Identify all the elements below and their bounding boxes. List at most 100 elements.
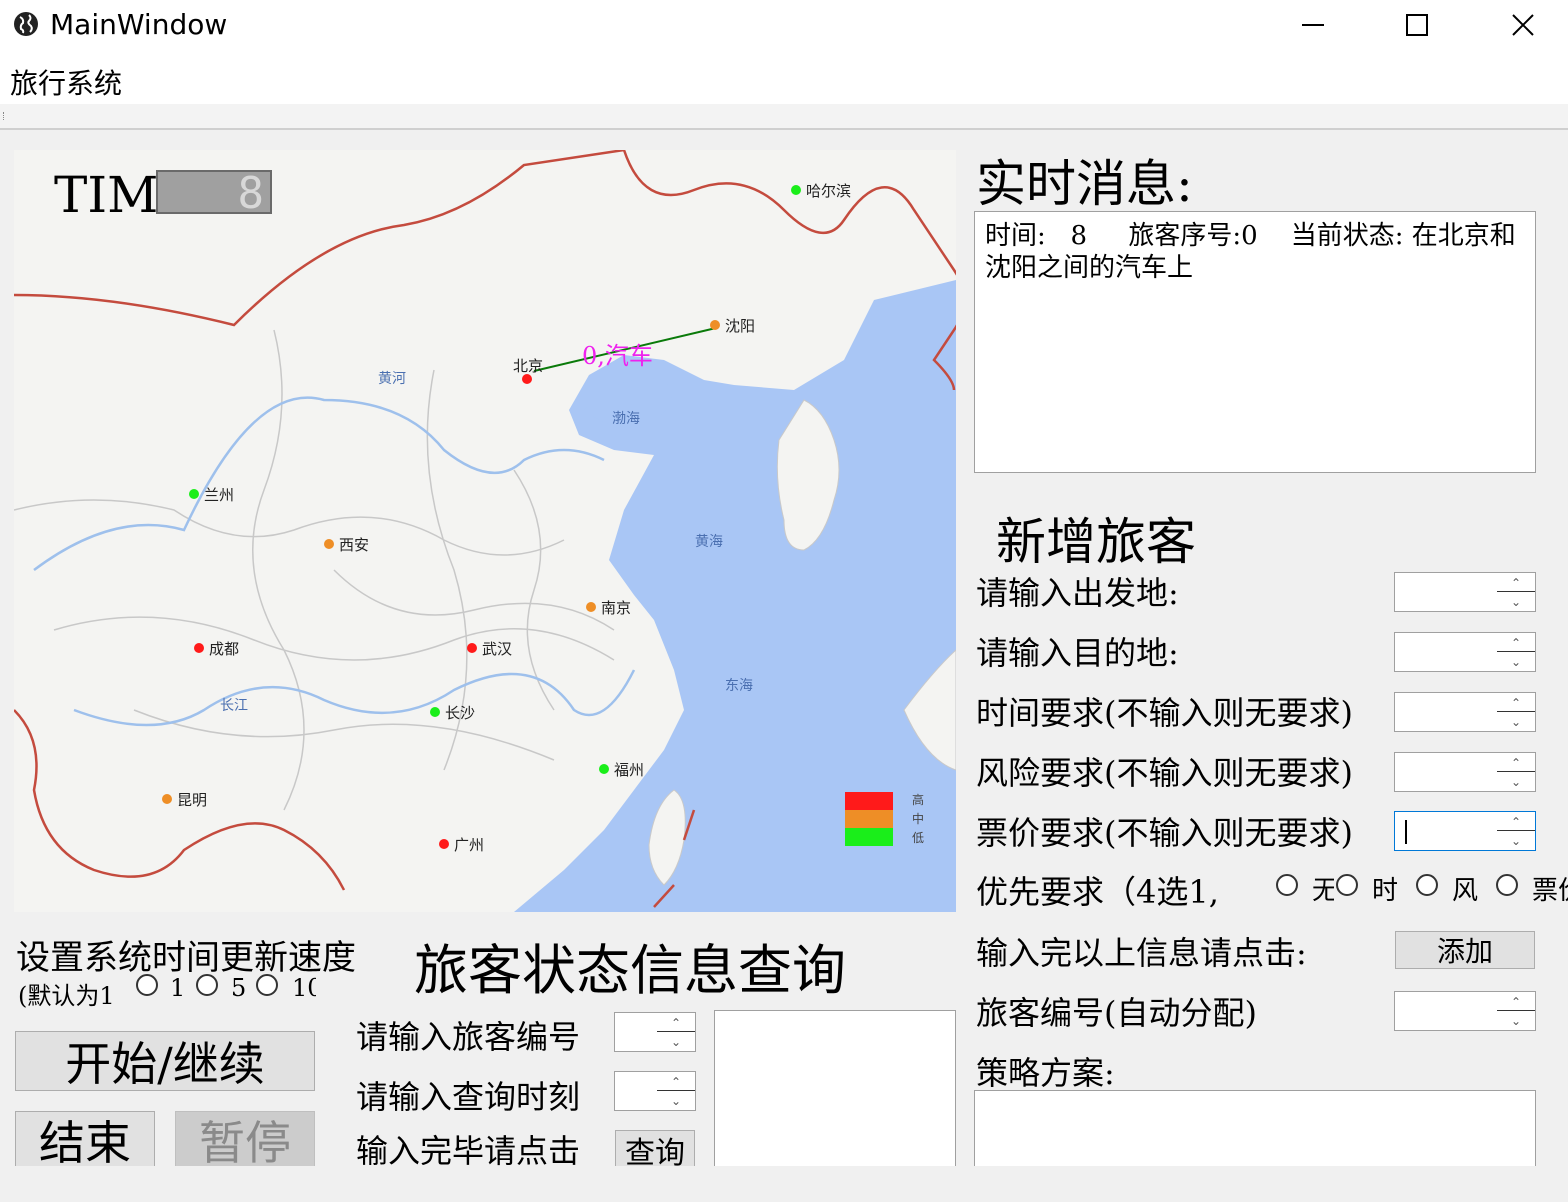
legend-high-label: 高 [912, 793, 925, 807]
chevron-down-icon[interactable]: ⌄ [657, 1031, 695, 1051]
city-label: 西安 [339, 536, 370, 554]
speed-radio-5[interactable] [196, 974, 218, 996]
map-canvas [14, 150, 956, 912]
spinbox-arrows[interactable]: ⌃ ⌄ [1497, 693, 1535, 731]
chevron-up-icon[interactable]: ⌃ [1497, 753, 1535, 772]
risk-requirement-label: 风险要求(不输入则无要求) [976, 754, 1353, 792]
strategy-label: 策略方案: [976, 1054, 1115, 1092]
city-marker [791, 185, 801, 195]
text-cursor [1405, 820, 1407, 844]
city-label: 哈尔滨 [806, 182, 852, 200]
time-requirement-spinbox[interactable]: ⌃ ⌄ [1394, 692, 1536, 732]
city-label: 昆明 [177, 791, 208, 809]
end-button[interactable]: 结束 [15, 1111, 155, 1170]
query-button[interactable]: 查询 [615, 1130, 695, 1171]
geo-label-bohai: 渤海 [612, 411, 640, 427]
chevron-up-icon[interactable]: ⌃ [1497, 573, 1535, 592]
chevron-down-icon[interactable]: ⌄ [1497, 591, 1535, 611]
add-button[interactable]: 添加 [1395, 931, 1535, 969]
city-marker [599, 764, 609, 774]
spinbox-arrows[interactable]: ⌃ ⌄ [1497, 812, 1535, 850]
chevron-up-icon[interactable]: ⌃ [657, 1013, 695, 1032]
spinbox-arrows[interactable]: ⌃ ⌄ [1497, 753, 1535, 791]
query-time-spinbox[interactable]: ⌃ ⌄ [614, 1071, 696, 1111]
price-requirement-spinbox[interactable]: ⌃ ⌄ [1394, 811, 1536, 851]
risk-requirement-spinbox[interactable]: ⌃ ⌄ [1394, 752, 1536, 792]
close-button[interactable] [1470, 0, 1568, 50]
city-marker [194, 643, 204, 653]
legend-low-label: 低 [912, 831, 925, 845]
spinbox-arrows[interactable]: ⌃ ⌄ [1497, 573, 1535, 611]
speed-radio-1[interactable] [136, 974, 158, 996]
city-marker [189, 489, 199, 499]
spinbox-arrows[interactable]: ⌃ ⌄ [1497, 633, 1535, 671]
city-label: 福州 [614, 761, 645, 779]
legend-medium-label: 中 [912, 812, 925, 826]
window-bottom-edge [0, 1166, 1568, 1202]
query-result-textbox[interactable] [714, 1010, 956, 1170]
chevron-up-icon[interactable]: ⌃ [657, 1072, 695, 1091]
city-marker [324, 539, 334, 549]
minimize-button[interactable] [1260, 0, 1366, 50]
priority-radio-none[interactable] [1276, 874, 1298, 896]
city-marker [162, 794, 172, 804]
spinbox-arrows[interactable]: ⌃ ⌄ [657, 1013, 695, 1051]
priority-radio-risk[interactable] [1416, 874, 1438, 896]
speed-option-1-label: 1 [170, 974, 186, 1002]
priority-radio-price[interactable] [1496, 874, 1518, 896]
spinbox-arrows[interactable]: ⌃ ⌄ [657, 1072, 695, 1110]
query-passenger-id-label: 请输入旅客编号 [356, 1018, 581, 1056]
pause-button[interactable]: 暂停 [175, 1111, 315, 1170]
add-passenger-title: 新增旅客 [996, 513, 1196, 571]
chevron-up-icon[interactable]: ⌃ [1497, 812, 1535, 831]
speed-radio-10[interactable] [256, 974, 278, 996]
destination-label: 请输入目的地: [976, 634, 1179, 672]
chevron-down-icon[interactable]: ⌄ [1497, 771, 1535, 791]
chevron-up-icon[interactable]: ⌃ [1497, 693, 1535, 712]
geo-label-east-sea: 东海 [725, 678, 753, 694]
map-view: TIME 8 黄河 渤海 黄海 东海 长江 哈尔滨 沈阳 北京 兰州 西安 南京 成都 武汉长… [14, 150, 956, 912]
speed-option-10-label: 10 [292, 974, 316, 1002]
query-title: 旅客状态信息查询 [414, 939, 846, 1002]
menu-travel-system[interactable]: 旅行系统 [10, 62, 122, 102]
city-marker [467, 643, 477, 653]
toolbar [0, 104, 1568, 130]
departure-label: 请输入出发地: [976, 574, 1179, 612]
city-label: 广州 [454, 836, 485, 854]
city-label: 长沙 [445, 704, 476, 722]
speed-default-label: (默认为1 [18, 982, 115, 1010]
priority-option-none: 无 [1312, 876, 1334, 906]
city-label: 成都 [209, 640, 240, 658]
city-marker [430, 707, 440, 717]
priority-label: 优先要求（4选1, [976, 873, 1219, 911]
priority-option-time: 时 [1372, 876, 1399, 906]
departure-spinbox[interactable]: ⌃ ⌄ [1394, 572, 1536, 612]
passenger-id-label: 旅客编号(自动分配) [976, 994, 1257, 1032]
priority-option-risk: 风 [1452, 876, 1479, 906]
chevron-down-icon[interactable]: ⌄ [1497, 1010, 1535, 1030]
speed-option-5-label: 5 [231, 974, 247, 1002]
spinbox-arrows[interactable]: ⌃ ⌄ [1497, 992, 1535, 1030]
priority-radio-time[interactable] [1336, 874, 1358, 896]
time-requirement-label: 时间要求(不输入则无要求) [976, 694, 1353, 732]
chevron-up-icon[interactable]: ⌃ [1497, 992, 1535, 1011]
chevron-down-icon[interactable]: ⌄ [1497, 711, 1535, 731]
legend-low-swatch [845, 828, 893, 846]
city-label: 兰州 [204, 486, 235, 504]
chevron-down-icon[interactable]: ⌄ [657, 1090, 695, 1110]
passenger-id-spinbox[interactable]: ⌃ ⌄ [1394, 991, 1536, 1031]
globe-icon [12, 10, 40, 38]
chevron-down-icon[interactable]: ⌄ [1497, 830, 1535, 850]
maximize-button[interactable] [1364, 0, 1470, 50]
menu-bar [0, 52, 1568, 104]
destination-spinbox[interactable]: ⌃ ⌄ [1394, 632, 1536, 672]
time-value: 8 [237, 168, 265, 219]
chevron-down-icon[interactable]: ⌄ [1497, 651, 1535, 671]
legend-medium-swatch [845, 810, 893, 828]
query-passenger-id-spinbox[interactable]: ⌃ ⌄ [614, 1012, 696, 1052]
realtime-message-box[interactable]: 时间: 8 旅客序号:0 当前状态: 在北京和沈阳之间的汽车上 [974, 211, 1536, 473]
chevron-up-icon[interactable]: ⌃ [1497, 633, 1535, 652]
strategy-textbox[interactable] [974, 1090, 1536, 1170]
start-continue-button[interactable]: 开始/继续 [15, 1031, 315, 1091]
geo-label-yellow-river: 黄河 [378, 371, 406, 387]
